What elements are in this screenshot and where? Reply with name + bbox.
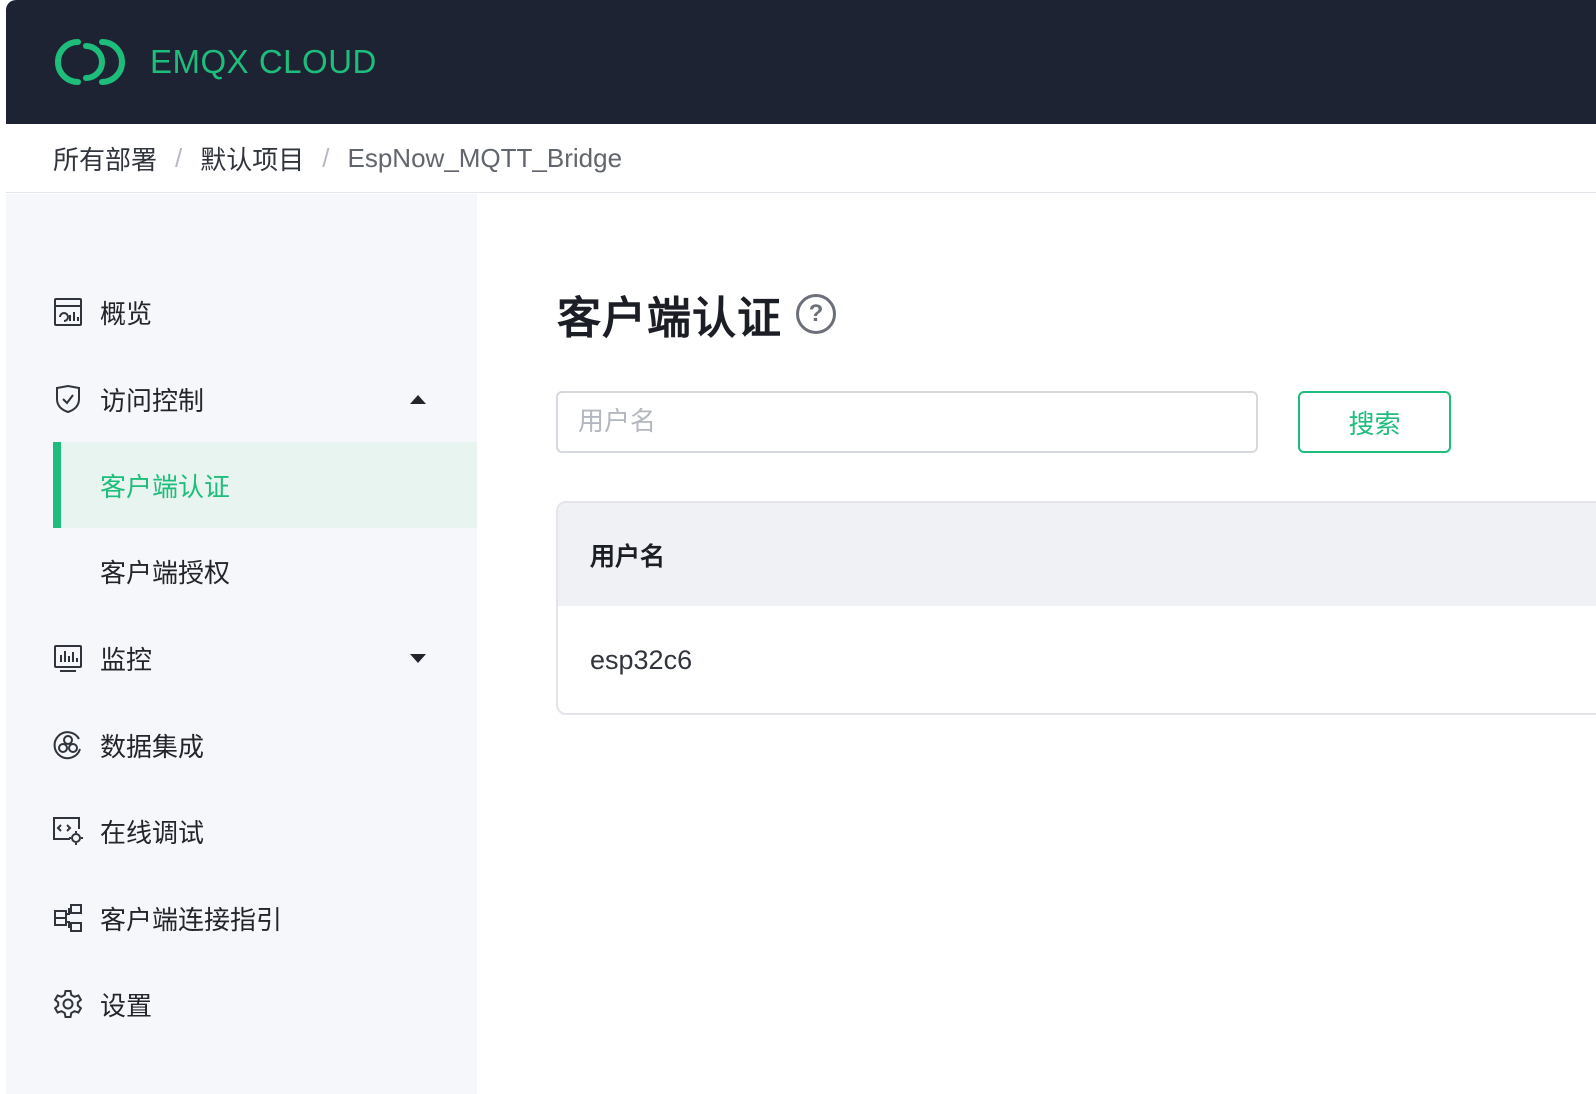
sidebar-item-client-authz[interactable]: 客户端授权	[53, 528, 477, 614]
table-cell-username: esp32c6	[590, 645, 693, 675]
username-search-input[interactable]	[556, 391, 1258, 453]
sidebar-item-overview[interactable]: 概览	[6, 269, 477, 355]
table-header: 用户名	[558, 503, 1596, 606]
dashboard-icon	[52, 296, 84, 328]
page-title-row: 客户端认证 ?	[557, 282, 836, 346]
help-question-icon[interactable]: ?	[796, 294, 836, 334]
sidebar-item-client-auth[interactable]: 客户端认证	[53, 442, 477, 528]
emqx-logo-icon	[55, 39, 125, 85]
page-title: 客户端认证	[557, 293, 782, 344]
caret-up-icon[interactable]	[410, 394, 426, 404]
breadcrumb-separator: /	[175, 142, 183, 173]
app-window: EMQX CLOUD 所有部署 / 默认项目 / EspNow_MQTT_Bri…	[6, 0, 1596, 1094]
breadcrumb-separator: /	[322, 142, 330, 173]
brand-name: EMQX CLOUD	[150, 43, 377, 80]
sidebar-item-label: 访问控制	[100, 386, 205, 417]
connection-guide-icon	[52, 902, 84, 934]
breadcrumb-item-deployments[interactable]: 所有部署	[53, 140, 157, 177]
sidebar: 概览 访问控制 客户端认证 客户端授权 监控 数据集成 在线调试 客户端连接指引…	[6, 194, 477, 1094]
sidebar-item-label: 数据集成	[100, 732, 205, 763]
breadcrumb-item-project[interactable]: 默认项目	[200, 140, 304, 177]
sidebar-item-monitoring[interactable]: 监控	[6, 615, 477, 701]
breadcrumb: 所有部署 / 默认项目 / EspNow_MQTT_Bridge	[6, 124, 1596, 193]
users-table: 用户名 esp32c6	[556, 501, 1596, 715]
column-header-username: 用户名	[590, 541, 666, 571]
shield-check-icon	[52, 383, 84, 415]
brand-logo[interactable]: EMQX CLOUD	[52, 34, 377, 90]
sidebar-item-label: 监控	[100, 645, 153, 676]
active-indicator	[53, 442, 61, 528]
sidebar-item-connection-guide[interactable]: 客户端连接指引	[6, 875, 477, 961]
sidebar-item-label: 客户端连接指引	[100, 905, 283, 936]
sidebar-item-online-debug[interactable]: 在线调试	[6, 788, 477, 874]
table-row[interactable]: esp32c6	[558, 606, 1596, 713]
main-content: 客户端认证 ? 搜索 用户名 esp32c6	[477, 194, 1596, 1094]
monitor-chart-icon	[52, 642, 84, 674]
sidebar-item-label: 在线调试	[100, 818, 205, 849]
sidebar-item-label: 设置	[100, 991, 153, 1022]
sidebar-item-settings[interactable]: 设置	[6, 961, 477, 1047]
breadcrumb-item-deployment: EspNow_MQTT_Bridge	[347, 142, 623, 173]
sidebar-item-data-integration[interactable]: 数据集成	[6, 702, 477, 788]
integration-icon	[52, 729, 84, 761]
caret-down-icon[interactable]	[410, 653, 426, 663]
sidebar-item-label: 客户端认证	[100, 472, 231, 503]
sidebar-item-label: 客户端授权	[100, 558, 231, 589]
search-button[interactable]: 搜索	[1298, 391, 1451, 453]
sidebar-item-label: 概览	[100, 299, 153, 330]
sidebar-item-access-control[interactable]: 访问控制	[6, 356, 477, 442]
top-bar: EMQX CLOUD	[6, 0, 1596, 124]
debug-icon	[52, 815, 84, 847]
gear-icon	[52, 988, 84, 1020]
